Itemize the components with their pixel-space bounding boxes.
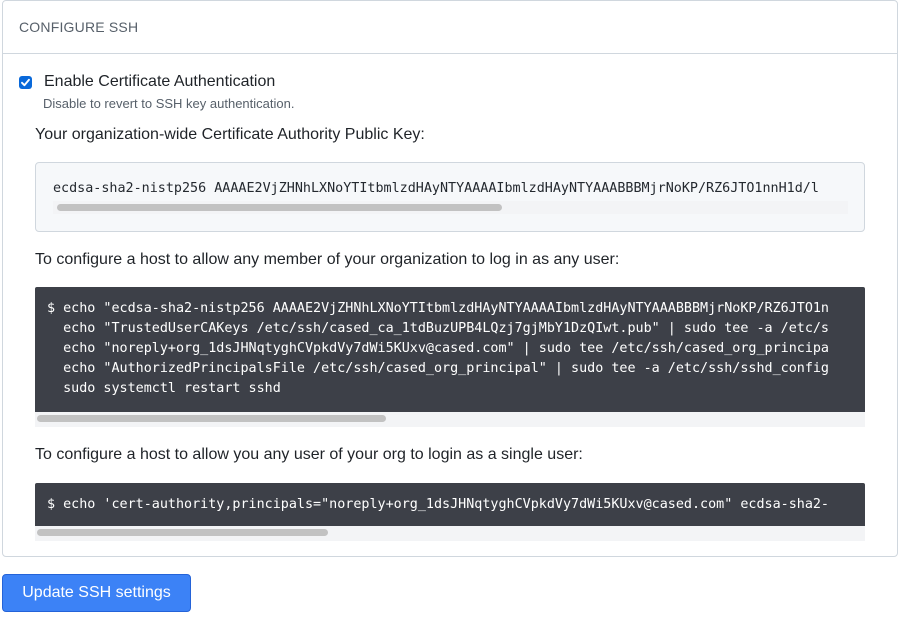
any-user-terminal[interactable]: $ echo "ecdsa-sha2-nistp256 AAAAE2VjZHNh…	[35, 287, 865, 427]
any-user-command-line[interactable]: echo "AuthorizedPrincipalsFile /etc/ssh/…	[47, 361, 829, 376]
any-user-command-line[interactable]: sudo systemctl restart sshd	[47, 381, 281, 396]
cert-auth-row: Enable Certificate Authentication	[19, 73, 275, 91]
any-user-scroll-thumb[interactable]	[37, 415, 386, 422]
ca-key-box[interactable]: ecdsa-sha2-nistp256 AAAAE2VjZHNhLXNoYTIt…	[35, 162, 865, 232]
any-user-command-line[interactable]: echo "noreply+org_1dsJHNqtyghCVpkdVy7dWi…	[47, 341, 829, 356]
check-icon	[21, 78, 30, 86]
cert-auth-checkbox[interactable]	[19, 75, 32, 89]
single-user-scroll-thumb[interactable]	[37, 529, 328, 536]
ca-key-scrollbar[interactable]	[53, 201, 848, 214]
panel-title: CONFIGURE SSH	[19, 19, 139, 35]
cert-auth-help: Disable to revert to SSH key authenticat…	[43, 96, 295, 111]
panel-header: CONFIGURE SSH	[3, 1, 897, 54]
single-user-terminal[interactable]: $ echo 'cert-authority,principals="norep…	[35, 483, 865, 541]
any-user-command-line[interactable]: $ echo "ecdsa-sha2-nistp256 AAAAE2VjZHNh…	[47, 301, 829, 316]
configure-ssh-panel: CONFIGURE SSH Enable Certificate Authent…	[2, 0, 898, 557]
any-user-label: To configure a host to allow any member …	[35, 251, 620, 268]
ca-key-value[interactable]: ecdsa-sha2-nistp256 AAAAE2VjZHNhLXNoYTIt…	[53, 181, 819, 196]
any-user-command-line[interactable]: echo "TrustedUserCAKeys /etc/ssh/cased_c…	[47, 321, 829, 336]
update-ssh-settings-button[interactable]: Update SSH settings	[2, 574, 191, 612]
cert-auth-label[interactable]: Enable Certificate Authentication	[44, 73, 275, 91]
single-user-label: To configure a host to allow you any use…	[35, 446, 583, 463]
ca-key-scroll-thumb[interactable]	[57, 204, 502, 211]
single-user-command-line[interactable]: $ echo 'cert-authority,principals="norep…	[47, 497, 829, 512]
ca-key-label: Your organization-wide Certificate Autho…	[35, 126, 425, 143]
single-user-scrollbar[interactable]	[35, 526, 865, 541]
any-user-scrollbar[interactable]	[35, 412, 865, 427]
